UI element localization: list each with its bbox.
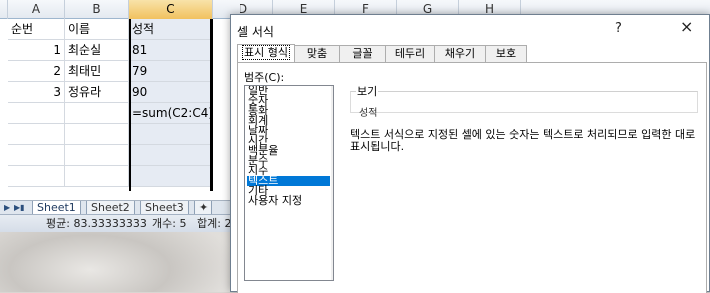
spreadsheet: A B C 순번 이름 성적 1 최순실 81 2 최태민 79 3 정유라 9… xyxy=(0,0,240,232)
sheet-tab-2[interactable]: Sheet2 xyxy=(86,201,135,215)
status-average: 평균: 83.33333333 xyxy=(46,217,147,230)
tab-font[interactable]: 글꼴 xyxy=(339,45,386,62)
sample-label: 보기 xyxy=(356,83,379,99)
sheet-tabs-bar: ▶ ▶▮ Sheet1 Sheet2 Sheet3 ✦ xyxy=(0,200,240,215)
cell-c2[interactable]: 81 xyxy=(129,40,213,61)
sample-value: 성적 xyxy=(359,108,378,119)
sheet-tab-3[interactable]: Sheet3 xyxy=(140,201,189,215)
cell-c3[interactable]: 79 xyxy=(129,61,213,82)
tab-protection[interactable]: 보호 xyxy=(485,45,527,62)
close-button[interactable]: × xyxy=(680,17,693,36)
category-label: 범주(C): xyxy=(244,71,285,84)
tab-alignment[interactable]: 맞춤 xyxy=(294,45,340,62)
select-all-corner[interactable] xyxy=(0,0,8,19)
cell-c4[interactable]: 90 xyxy=(129,82,213,103)
cell-empty[interactable] xyxy=(129,145,213,166)
category-list-scrollbar[interactable] xyxy=(331,86,333,280)
status-sum: 합계: 2 xyxy=(197,217,232,230)
format-cells-dialog: 셀 서식 ? × 표시 형식 맞춤 글꼴 테두리 채우기 보호 범주(C): 일… xyxy=(230,14,710,293)
tab-scroll-last-icon[interactable]: ▶▮ xyxy=(14,202,25,213)
sheet-tab-1[interactable]: Sheet1 xyxy=(32,201,81,215)
cell-c5[interactable]: =sum(C2:C4) xyxy=(129,103,213,124)
status-count: 개수: 5 xyxy=(152,217,187,230)
cell-empty[interactable] xyxy=(65,145,129,166)
cell-empty[interactable] xyxy=(65,124,129,145)
cell-grid: 순번 이름 성적 1 최순실 81 2 최태민 79 3 정유라 90 =sum… xyxy=(0,19,240,191)
status-bar: 평균: 83.33333333 개수: 5 합계: 2 xyxy=(0,214,240,232)
format-description: 텍스트 서식으로 지정된 셀에 있는 숫자는 텍스트로 처리되므로 입력한 대로… xyxy=(350,128,696,153)
cell-b3[interactable]: 최태민 xyxy=(65,61,129,82)
column-header-b[interactable]: B xyxy=(65,0,129,19)
cell-a5[interactable] xyxy=(8,103,65,124)
cell-empty[interactable] xyxy=(8,124,65,145)
cell-c1[interactable]: 성적 xyxy=(129,19,213,40)
tab-fill[interactable]: 채우기 xyxy=(434,45,486,62)
cell-empty[interactable] xyxy=(8,145,65,166)
category-item-custom[interactable]: 사용자 지정 xyxy=(247,195,330,207)
column-header-row: A B C xyxy=(0,0,240,19)
cell-b5[interactable] xyxy=(65,103,129,124)
tab-number-format[interactable]: 표시 형식 xyxy=(237,44,295,63)
column-header-c[interactable]: C xyxy=(129,0,213,19)
cell-b4[interactable]: 정유라 xyxy=(65,82,129,103)
tab-scroll-first-icon[interactable]: ▶ xyxy=(4,202,12,213)
cell-empty[interactable] xyxy=(8,166,65,187)
category-list[interactable]: 일반 숫자 통화 회계 날짜 시간 백분율 분수 지수 텍스트 기타 사용자 지… xyxy=(244,85,334,281)
help-button[interactable]: ? xyxy=(615,21,622,36)
tab-border[interactable]: 테두리 xyxy=(385,45,435,62)
number-format-panel: 범주(C): 일반 숫자 통화 회계 날짜 시간 백분율 분수 지수 텍스트 기… xyxy=(237,62,707,293)
cell-a3[interactable]: 2 xyxy=(8,61,65,82)
dialog-title: 셀 서식 xyxy=(237,25,274,39)
cell-empty[interactable] xyxy=(129,124,213,145)
cell-empty[interactable] xyxy=(65,166,129,187)
cell-b2[interactable]: 최순실 xyxy=(65,40,129,61)
cell-b1[interactable]: 이름 xyxy=(65,19,129,40)
cell-empty[interactable] xyxy=(129,166,213,187)
sample-box: 성적 xyxy=(350,91,698,119)
cell-a2[interactable]: 1 xyxy=(8,40,65,61)
cell-a1[interactable]: 순번 xyxy=(8,19,65,40)
tab-label: 표시 형식 xyxy=(242,45,290,60)
cell-a4[interactable]: 3 xyxy=(8,82,65,103)
column-header-a[interactable]: A xyxy=(8,0,65,19)
dialog-title-bar[interactable]: 셀 서식 ? × xyxy=(231,15,709,43)
insert-sheet-icon[interactable]: ✦ xyxy=(194,201,212,215)
